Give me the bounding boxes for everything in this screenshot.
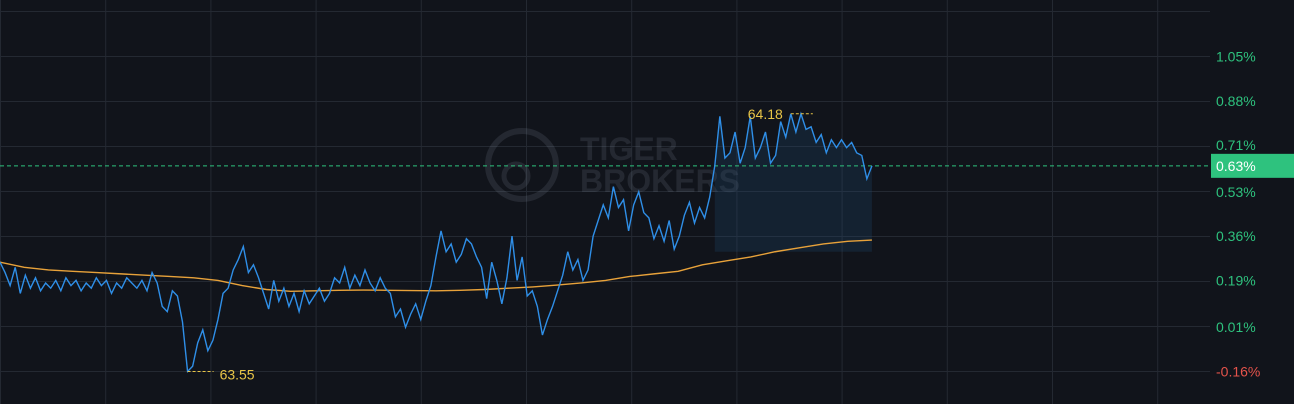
y-tick-label: 0.36% [1216,228,1256,244]
y-tick-label: 0.01% [1216,319,1256,335]
y-tick-label: 0.19% [1216,272,1256,288]
watermark-line1: TIGER [580,131,678,167]
y-tick-label: -0.16% [1216,364,1260,380]
current-badge-label: 0.63% [1216,158,1256,174]
y-tick-label: 0.71% [1216,137,1256,153]
intraday-chart: TIGER BROKERS 64.1863.55 1.05%0.88%0.71%… [0,0,1294,404]
y-tick-label: 1.05% [1216,49,1256,65]
low-label: 63.55 [220,367,255,383]
high-label: 64.18 [748,106,783,122]
y-tick-label: 0.53% [1216,184,1256,200]
chart-background [0,0,1294,404]
current-value-badge: 0.63% [1211,153,1294,178]
y-tick-label: 0.88% [1216,93,1256,109]
